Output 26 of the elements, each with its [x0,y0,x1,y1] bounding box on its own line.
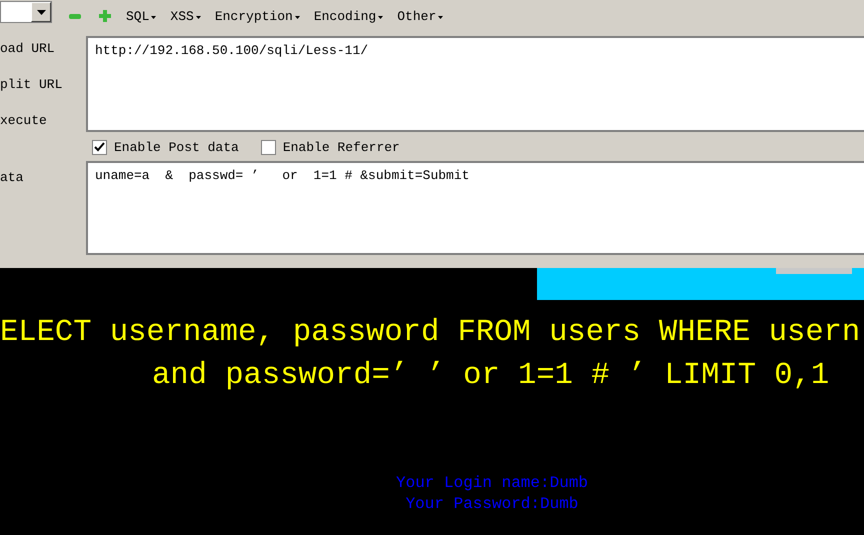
action-link[interactable]: xecute [0,110,86,132]
action-link[interactable]: plit URL [0,74,86,96]
checkbox-label: Enable Post data [114,140,239,155]
menu-item[interactable]: Encryption [214,8,300,24]
dropdown[interactable] [0,1,52,23]
post-data-field[interactable]: uname=a & passwd= ’ or 1=1 # &submit=Submit [86,161,864,255]
caret-icon [196,16,201,18]
caret-icon [378,16,384,18]
action-link[interactable]: oad URL [0,38,86,60]
result-text: Your Password:Dumb [406,494,578,515]
url-field[interactable]: http://192.168.50.100/sqli/Less-11/ [86,36,864,132]
menu-item[interactable]: XSS [170,8,201,24]
checkbox-label: Enable Referrer [282,140,400,155]
menu-item[interactable]: SQL [126,8,156,24]
query-text: and password=’ ’ or 1=1 # ’ LIMIT 0,1 [151,358,830,395]
query-text: ELECT username, password FROM users WHERE usern [0,315,862,351]
checkbox[interactable] [260,140,276,155]
checkbox[interactable] [92,140,107,155]
menu-item[interactable]: Other [397,8,444,24]
menu-item[interactable]: Encoding [314,8,384,24]
scrollbar-thumb[interactable] [776,268,852,274]
post-data-label: ata [0,169,24,187]
result-text: Your Login name:Dumb [396,473,588,494]
caret-icon [151,16,156,18]
caret-icon [294,16,300,18]
caret-icon [438,16,444,18]
